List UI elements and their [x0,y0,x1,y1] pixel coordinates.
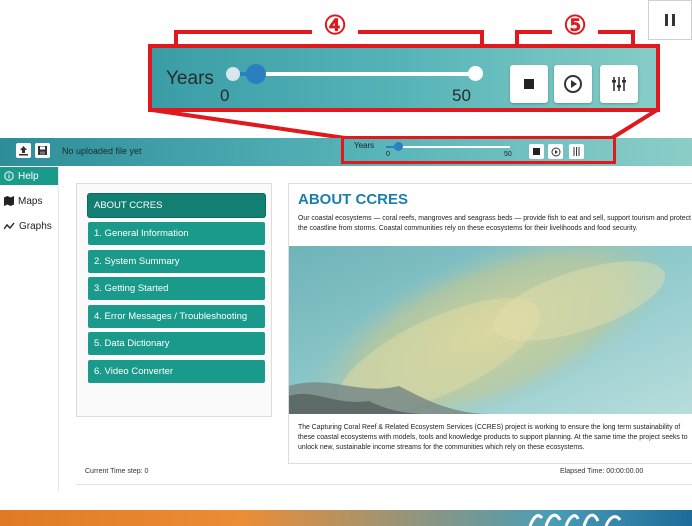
settings-button[interactable] [600,65,638,103]
toc-item-getting-started[interactable]: 3. Getting Started [88,277,265,300]
header-settings-button[interactable] [569,144,584,159]
help-toc: ABOUT CCRES 1. General Information 2. Sy… [76,183,272,417]
toc-item-general-info[interactable]: 1. General Information [88,222,265,245]
upload-button[interactable] [16,143,31,158]
slider-max-label: 50 [452,86,471,105]
nav-label-maps: Maps [18,195,43,207]
years-label: Years [166,68,214,89]
save-button[interactable] [35,143,50,158]
connector-right [610,108,659,140]
year-slider-handle[interactable] [246,64,266,84]
stop-icon [533,148,540,155]
sliders-icon [573,147,580,156]
play-circle-icon [564,75,582,93]
toc-item-data-dictionary[interactable]: 5. Data Dictionary [88,332,265,355]
slider-min-label: 0 [220,86,230,105]
header-play-button[interactable] [548,144,563,159]
sliders-icon [612,77,626,91]
nav-label-help: Help [18,170,39,182]
doc-intro-paragraph: Our coastal ecosystems — coral reefs, ma… [298,215,691,232]
toc-item-about[interactable]: ABOUT CCRES [88,194,265,217]
header-year-slider[interactable] [386,146,510,148]
year-slider-track[interactable] [234,72,474,76]
current-time-step: Current Time step: 0 [85,468,149,475]
year-slider-max-handle[interactable] [468,66,483,81]
status-divider [76,484,692,485]
toc-item-system-summary[interactable]: 2. System Summary [88,250,265,273]
reef-logo-icon [528,513,622,526]
header-slider-min: 0 [386,151,390,158]
chart-line-icon [4,222,15,230]
map-icon [4,196,14,206]
stop-icon [524,79,534,89]
pause-button[interactable] [648,0,692,40]
header-stop-button[interactable] [529,144,544,159]
header-slider-max: 50 [504,151,512,158]
upload-icon [19,146,28,156]
slider-callout: Years 0 50 [148,44,660,112]
header-years-label: Years [354,141,375,150]
elapsed-time: Elapsed Time: 00:00:00.00 [560,468,644,475]
nav-item-help[interactable]: Help [0,167,58,185]
file-status: No uploaded file yet [62,146,142,156]
footer-banner [0,510,692,526]
save-icon [38,146,47,155]
doc-project-paragraph: The Capturing Coral Reef & Related Ecosy… [298,424,688,451]
nav-item-maps[interactable]: Maps [0,192,58,210]
toc-item-video-converter[interactable]: 6. Video Converter [88,360,265,383]
connector-left [151,108,346,140]
nav-divider [58,166,59,491]
header-year-slider-handle[interactable] [394,142,403,151]
fish-school-photo [289,246,692,414]
year-slider-min-handle[interactable] [226,67,240,81]
pause-icon [665,14,675,26]
play-button[interactable] [554,65,592,103]
doc-title: ABOUT CCRES [298,191,409,208]
play-circle-icon [551,147,560,156]
toc-item-error-messages[interactable]: 4. Error Messages / Troubleshooting [88,305,265,328]
stop-button[interactable] [510,65,548,103]
nav-label-graphs: Graphs [19,220,52,232]
nav-item-graphs[interactable]: Graphs [0,217,58,235]
help-document: ABOUT CCRES Our coastal ecosystems — cor… [288,183,692,464]
header-time-controls: Years 0 50 [341,136,616,164]
info-icon [4,171,14,181]
